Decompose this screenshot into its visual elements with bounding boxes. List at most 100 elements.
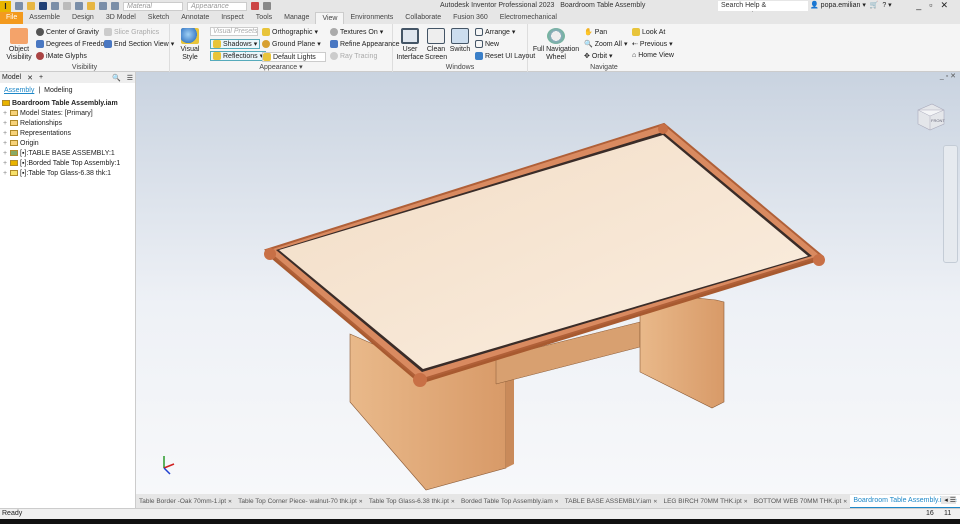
default-lights-dropdown[interactable]: Default Lights bbox=[262, 52, 326, 62]
tab-fusion-360[interactable]: Fusion 360 bbox=[447, 12, 494, 24]
tree-node[interactable]: + [▪]:TABLE BASE ASSEMBLY:1 bbox=[0, 148, 135, 158]
object-visibility-button[interactable]: Object Visibility bbox=[4, 28, 34, 62]
search-input[interactable]: Search Help & Commands... bbox=[718, 1, 808, 19]
close-icon[interactable]: ✕ bbox=[451, 499, 455, 505]
tree-node[interactable]: + Relationships bbox=[0, 118, 135, 128]
graphics-viewport[interactable]: FRONT _ ▫ ✕ bbox=[136, 72, 960, 494]
orthographic-button[interactable]: Orthographic ▾ bbox=[262, 28, 318, 36]
tab-tools[interactable]: Tools bbox=[250, 12, 278, 24]
expand-icon[interactable]: + bbox=[3, 120, 8, 127]
pan-button[interactable]: ✋ Pan bbox=[584, 28, 607, 37]
tab-menu-icon[interactable]: ◂ ☰ bbox=[941, 496, 956, 504]
orbit-button[interactable]: ✥ Orbit ▾ bbox=[584, 52, 613, 61]
reflections-button[interactable]: Reflections ▾ bbox=[210, 51, 267, 61]
redo-icon[interactable] bbox=[63, 2, 71, 10]
undo-icon[interactable] bbox=[51, 2, 59, 10]
add-tab-icon[interactable]: + bbox=[39, 74, 43, 81]
inventor-logo[interactable]: I bbox=[0, 0, 11, 12]
menu-icon[interactable]: ☰ bbox=[127, 74, 133, 82]
imate-glyphs-button[interactable]: iMate Glyphs bbox=[36, 52, 87, 60]
tab-electromechanical[interactable]: Electromechanical bbox=[494, 12, 563, 24]
switch-button[interactable]: Switch bbox=[448, 28, 472, 54]
tab-file[interactable]: File bbox=[0, 12, 24, 24]
tab-manage[interactable]: Manage bbox=[278, 12, 315, 24]
new-icon[interactable] bbox=[15, 2, 23, 10]
doc-tab[interactable]: BOTTOM WEB 70MM THK.ipt ✕ bbox=[751, 498, 851, 505]
tab-annotate[interactable]: Annotate bbox=[175, 12, 215, 24]
close-icon[interactable]: ✕ bbox=[843, 499, 847, 505]
tab-view[interactable]: View bbox=[315, 12, 345, 24]
appearance-dropdown[interactable]: Appearance bbox=[187, 1, 247, 11]
tab-design[interactable]: Design bbox=[66, 12, 100, 24]
doc-tab[interactable]: LEG BIRCH 70MM THK.ipt ✕ bbox=[660, 498, 750, 505]
full-navigation-wheel-button[interactable]: Full Navigation Wheel bbox=[532, 28, 580, 62]
user-account[interactable]: 👤 popa.emilian ▾ 🛒 ? ▾ bbox=[810, 1, 892, 11]
tree-node[interactable]: + Model States: [Primary] bbox=[0, 108, 135, 118]
doc-tab[interactable]: TABLE BASE ASSEMBLY.iam ✕ bbox=[562, 498, 661, 505]
tab-collaborate[interactable]: Collaborate bbox=[399, 12, 447, 24]
visual-presets-dropdown[interactable]: Visual Presets bbox=[210, 27, 258, 36]
tab-assemble[interactable]: Assemble bbox=[23, 12, 66, 24]
ray-tracing-button[interactable]: Ray Tracing bbox=[330, 52, 377, 60]
close-icon[interactable]: ✕ bbox=[653, 499, 657, 505]
open-icon[interactable] bbox=[27, 2, 35, 10]
expand-icon[interactable]: + bbox=[3, 150, 8, 157]
reset-ui-layout-button[interactable]: Reset UI Layout bbox=[475, 52, 535, 60]
save-icon[interactable] bbox=[39, 2, 47, 10]
tree-root[interactable]: Boardroom Table Assembly.iam bbox=[0, 98, 135, 108]
select-icon[interactable] bbox=[111, 2, 119, 10]
close-icon[interactable]: ✕ bbox=[744, 499, 748, 505]
modeling-tab[interactable]: Modeling bbox=[44, 87, 72, 94]
tab-environments[interactable]: Environments bbox=[344, 12, 399, 24]
tree-node[interactable]: + [▪]:Borded Table Top Assembly:1 bbox=[0, 158, 135, 168]
doc-tab[interactable]: Table Top Corner Piece- walnut-70 thk.ip… bbox=[235, 498, 366, 505]
clear-appearance-icon[interactable] bbox=[251, 2, 259, 10]
assembly-tab[interactable]: Assembly bbox=[4, 87, 34, 94]
home-view-button[interactable]: ⌂ Home View bbox=[632, 52, 674, 59]
search-icon[interactable]: 🔍 bbox=[112, 74, 121, 82]
ground-plane-button[interactable]: Ground Plane ▾ bbox=[262, 40, 321, 48]
expand-icon[interactable]: + bbox=[3, 160, 8, 167]
end-section-view-button[interactable]: End Section View ▾ bbox=[104, 40, 174, 48]
properties-icon[interactable] bbox=[87, 2, 95, 10]
doc-tab[interactable]: Borded Table Top Assembly.iam ✕ bbox=[458, 498, 562, 505]
material-dropdown[interactable]: Material bbox=[123, 1, 183, 11]
expand-icon[interactable]: + bbox=[3, 140, 8, 147]
close-icon[interactable]: ✕ bbox=[359, 499, 363, 505]
previous-view-button[interactable]: ⇠ Previous ▾ bbox=[632, 40, 673, 49]
tree-node[interactable]: + Origin bbox=[0, 138, 135, 148]
navigation-bar[interactable] bbox=[943, 145, 958, 263]
measure-icon[interactable] bbox=[99, 2, 107, 10]
window-controls[interactable]: _▫✕ bbox=[916, 0, 956, 11]
look-at-button[interactable]: Look At bbox=[632, 28, 665, 36]
tab-inspect[interactable]: Inspect bbox=[215, 12, 250, 24]
viewcube[interactable]: FRONT bbox=[914, 100, 946, 132]
clean-screen-button[interactable]: Clean Screen bbox=[423, 28, 449, 62]
expand-icon[interactable]: + bbox=[3, 110, 8, 117]
viewport-window-controls[interactable]: _ ▫ ✕ bbox=[940, 72, 956, 80]
expand-icon[interactable]: + bbox=[3, 130, 8, 137]
zoom-all-button[interactable]: 🔍 Zoom All ▾ bbox=[584, 40, 627, 49]
tree-node[interactable]: + Representations bbox=[0, 128, 135, 138]
textures-on-button[interactable]: Textures On ▾ bbox=[330, 28, 383, 36]
refine-appearance-button[interactable]: Refine Appearance bbox=[330, 40, 400, 48]
slice-graphics-button[interactable]: Slice Graphics bbox=[104, 28, 159, 36]
tree-node[interactable]: + [▪]:Table Top Glass-6.38 thk:1 bbox=[0, 168, 135, 178]
degrees-of-freedom-button[interactable]: Degrees of Freedom bbox=[36, 40, 110, 48]
arrange-button[interactable]: Arrange ▾ bbox=[475, 28, 515, 36]
close-icon[interactable]: ✕ bbox=[27, 74, 33, 82]
new-window-button[interactable]: New bbox=[475, 40, 499, 48]
home-icon[interactable] bbox=[75, 2, 83, 10]
doc-tab[interactable]: Table Top Glass-6.38 thk.ipt ✕ bbox=[366, 498, 458, 505]
table-model[interactable] bbox=[136, 72, 960, 494]
fx-icon[interactable] bbox=[263, 2, 271, 10]
tab-sketch[interactable]: Sketch bbox=[142, 12, 175, 24]
user-interface-button[interactable]: User Interface bbox=[396, 28, 424, 62]
model-tab[interactable]: Model bbox=[2, 74, 21, 81]
shadows-button[interactable]: Shadows ▾ bbox=[210, 39, 261, 49]
tab-3d-model[interactable]: 3D Model bbox=[100, 12, 142, 24]
visual-style-button[interactable]: Visual Style bbox=[173, 28, 207, 62]
close-icon[interactable]: ✕ bbox=[228, 499, 232, 505]
expand-icon[interactable]: + bbox=[3, 170, 8, 177]
doc-tab[interactable]: Table Border -Oak 70mm-1.ipt ✕ bbox=[136, 498, 235, 505]
